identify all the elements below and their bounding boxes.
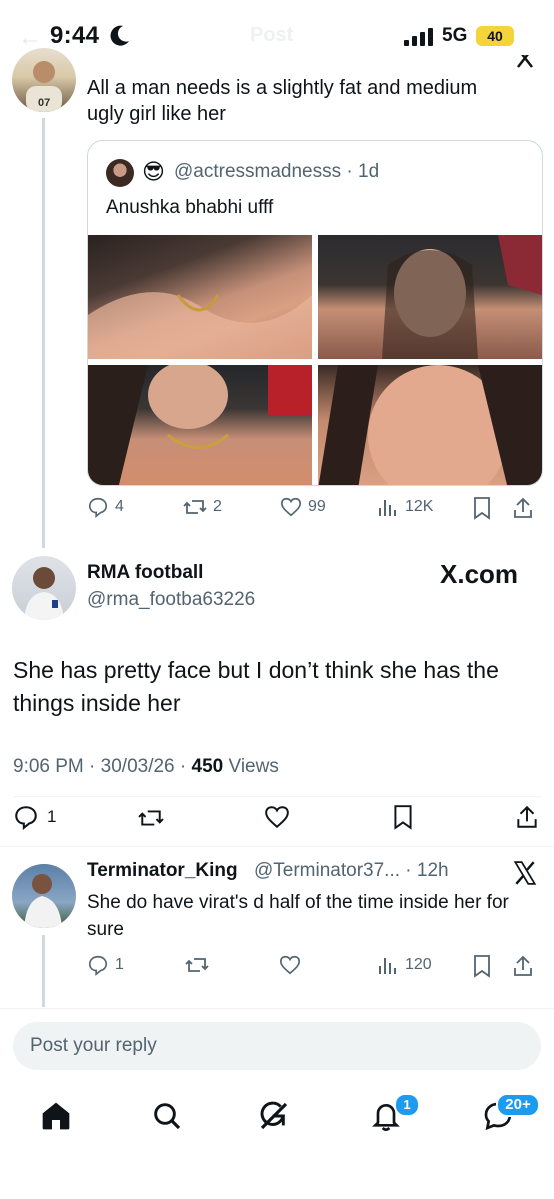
reply-actions: 1 120 [87,952,541,980]
main-tweet-date[interactable]: 30/03/26 [101,756,175,777]
views-icon [377,954,399,976]
divider [13,796,541,797]
parent-tweet-text: All a man needs is a slightly fat and me… [87,77,478,125]
reply-author-name[interactable]: Terminator_King [87,860,238,882]
main-repost-button[interactable] [137,806,165,830]
repost-icon [183,496,207,518]
status-time: 9:44 [50,22,100,49]
parent-actions: 4 2 99 12K [87,494,541,522]
quote-time: 1d [358,161,380,182]
reply-share-button[interactable] [512,954,534,978]
parent-bookmark-button[interactable] [471,496,493,520]
main-avatar[interactable] [12,556,76,620]
quote-image-1[interactable] [88,235,312,359]
main-author-handle[interactable]: @rma_footba63226 [87,589,255,611]
divider [0,1008,554,1009]
svg-text:07: 07 [38,97,50,109]
quote-avatar [106,159,134,187]
signal-icon [404,28,436,46]
divider [0,846,554,847]
views-icon [377,496,399,518]
reply-view-count: 120 [405,956,432,973]
main-tweet-time[interactable]: 9:06 PM [13,756,84,777]
quote-handle: @actressmadnesss [174,161,342,182]
nav-grok-tab[interactable] [258,1100,290,1132]
main-tweet-text: She has pretty face but I don’t think sh… [13,657,499,716]
reply-icon [13,804,39,830]
notifications-badge: 1 [394,1093,420,1117]
thread-line [42,118,45,548]
main-author-name[interactable]: RMA football [87,562,203,584]
parent-view-count: 12K [405,498,434,515]
quote-image-2[interactable] [318,235,542,359]
heart-icon [280,496,302,518]
status-bar: ← 9:44 Post 5G 40 [0,0,554,72]
thread-line [42,935,45,1007]
parent-like-button[interactable]: 99 [280,496,326,518]
xcom-watermark: X.com [440,559,519,589]
main-views-label: Views [228,756,279,777]
main-views-count: 450 [191,756,224,777]
main-tweet-meta: 9:06 PM · 30/03/26 · 450 Views [13,756,279,777]
grok-icon [260,1101,288,1130]
search-icon [154,1103,181,1130]
nav-search-tab[interactable] [151,1100,183,1132]
reply-tweet-text: She do have virat's d half of the time i… [87,892,509,940]
quote-text: Anushka bhabhi ufff [106,197,274,218]
moon-icon [110,25,130,47]
reply-author-handle[interactable]: @Terminator37... [254,860,400,881]
reply-input[interactable]: Post your reply [13,1022,541,1070]
nav-title: Post [250,24,294,46]
reply-repost-button[interactable] [185,954,209,976]
parent-avatar[interactable]: 07 [12,48,76,112]
network-label: 5G [442,25,468,46]
main-bookmark-button[interactable] [391,804,415,830]
parent-repost-button[interactable]: 2 [183,496,222,518]
reply-input-placeholder: Post your reply [30,1035,157,1056]
parent-like-count: 99 [308,498,326,515]
battery-indicator: 40 [476,26,514,46]
parent-more-icon[interactable] [514,55,538,69]
reply-bookmark-button[interactable] [471,954,493,978]
parent-reply-button[interactable]: 4 [87,496,124,518]
reply-like-button[interactable] [279,954,301,976]
nav-home-tab[interactable] [40,1100,72,1132]
quoted-tweet[interactable]: 😎 @actressmadnesss · 1d Anushka bhabhi u… [87,140,543,486]
messages-badge: 20+ [496,1093,540,1117]
parent-repost-count: 2 [213,498,222,515]
quote-emoji: 😎 [142,159,165,184]
reply-avatar[interactable] [12,864,76,928]
main-actions: 1 [13,804,541,832]
quote-handle-line: @actressmadnesss · 1d [174,161,380,182]
bottom-nav: 1 20+ [0,1085,554,1145]
parent-share-button[interactable] [512,496,534,520]
x-logo-icon [512,860,538,886]
main-like-button[interactable] [263,804,291,830]
reply-reply-count: 1 [115,956,124,973]
parent-reply-count: 4 [115,498,124,515]
battery-level: 40 [487,28,503,44]
reply-views-button[interactable]: 120 [377,954,432,976]
parent-views-button[interactable]: 12K [377,496,433,518]
reply-handle-line: @Terminator37... · 12h [254,860,449,881]
quote-image-4[interactable] [318,365,542,485]
main-reply-count: 1 [47,807,57,826]
main-reply-button[interactable]: 1 [13,804,56,830]
reply-time: 12h [416,860,449,881]
main-share-button[interactable] [515,804,539,830]
reply-icon [87,954,109,976]
quote-image-3[interactable] [88,365,312,485]
home-icon [42,1102,70,1130]
reply-reply-button[interactable]: 1 [87,954,124,976]
reply-icon [87,496,109,518]
